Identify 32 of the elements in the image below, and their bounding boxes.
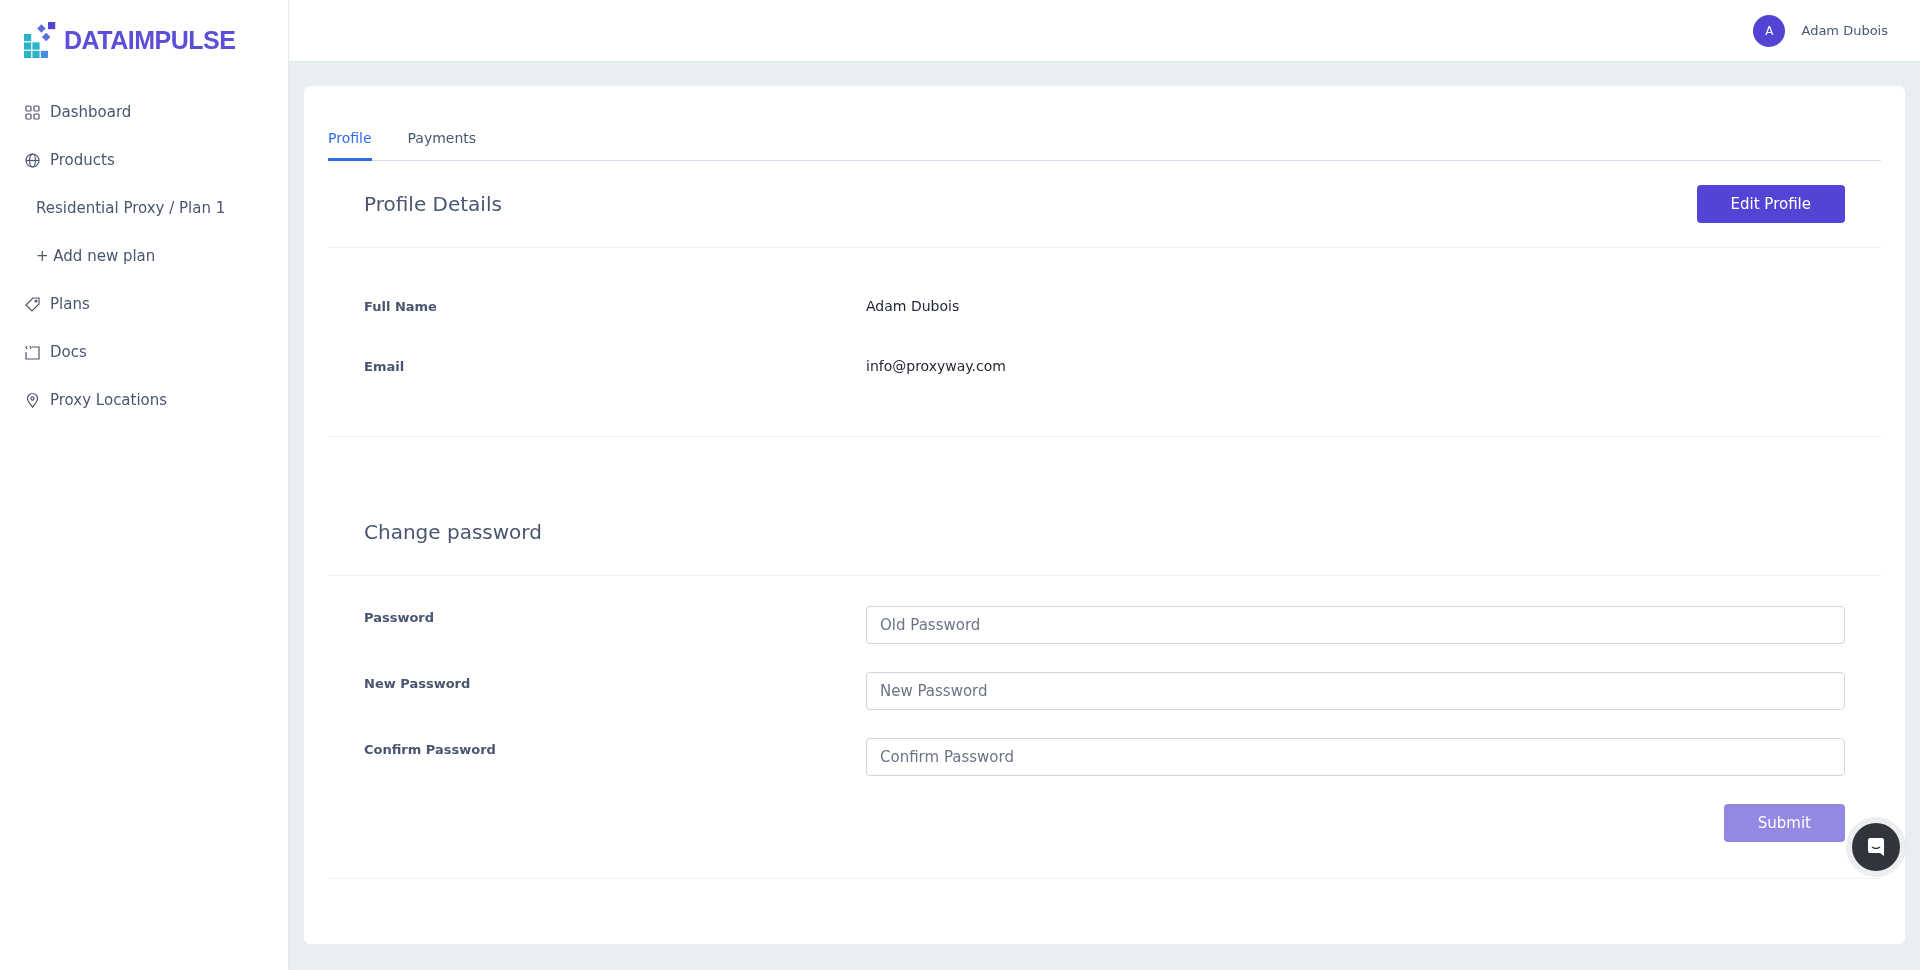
password-field[interactable]: New Password [866, 672, 1845, 710]
user-name[interactable]: Adam Dubois [1801, 23, 1888, 38]
sidebar-item[interactable]: Products [0, 136, 288, 184]
password-field[interactable]: Confirm Password [866, 738, 1845, 776]
tag-icon [24, 295, 41, 313]
brand-name: DATAIMPULSE [64, 25, 236, 55]
globe-icon [24, 151, 41, 169]
field-value: Adam Dubois [866, 298, 961, 314]
chat-icon [1865, 836, 1887, 858]
sidebar-item[interactable]: Dashboard [0, 88, 288, 136]
sidebar-item[interactable]: Docs [0, 328, 288, 376]
section-title: Profile Details [364, 192, 502, 216]
password-field[interactable]: Old Password [866, 606, 1845, 644]
chat-button[interactable] [1852, 823, 1900, 871]
sidebar-item[interactable]: Plans [0, 280, 288, 328]
edit-profile-button[interactable]: Edit Profile [1696, 185, 1845, 223]
grid-icon [24, 103, 41, 121]
code-icon [24, 343, 41, 361]
sidebar-subitem[interactable]: Residential Proxy / Plan 1 [0, 184, 288, 232]
field-label: Full Name [364, 298, 438, 314]
user-avatar[interactable]: A [1753, 14, 1786, 47]
section-title: Change password [364, 520, 542, 544]
sidebar-subitem[interactable]: + Add new plan [0, 232, 288, 280]
tab[interactable]: Profile [328, 122, 372, 161]
sidebar-item[interactable]: Proxy Locations [0, 376, 288, 424]
field-label: Password [364, 609, 436, 625]
location-pin-icon [24, 391, 41, 409]
field-label: New Password [364, 675, 472, 691]
tab[interactable]: Payments [407, 122, 477, 161]
field-value: info@proxyway.com [866, 358, 1007, 374]
field-label: Confirm Password [364, 741, 497, 757]
field-label: Email [364, 358, 406, 374]
